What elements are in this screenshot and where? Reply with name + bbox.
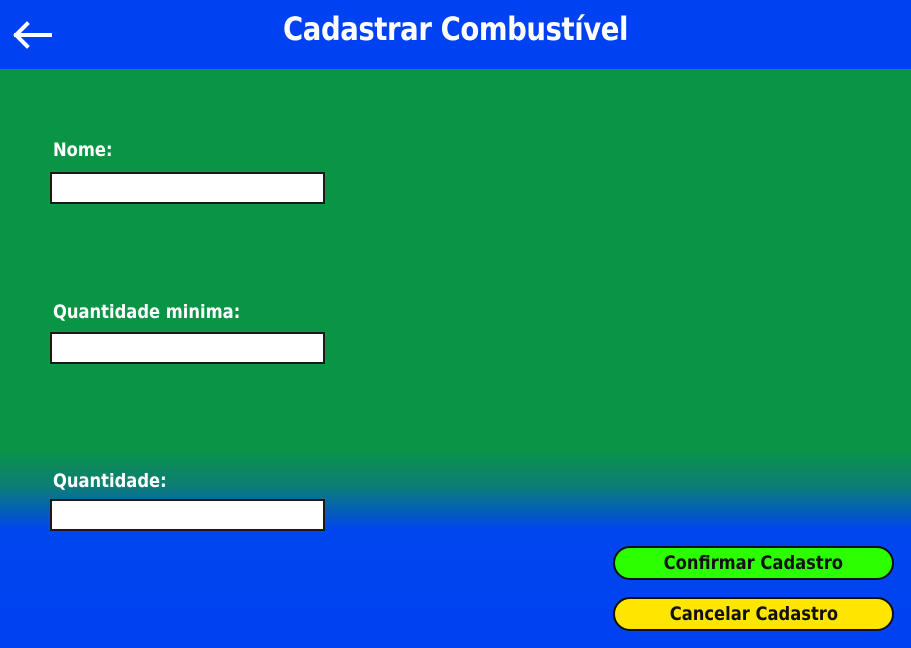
cancel-button-label: Cancelar Cadastro <box>669 603 838 625</box>
nome-field[interactable] <box>50 172 325 204</box>
arrow-left-icon <box>13 21 52 49</box>
back-button[interactable] <box>8 18 56 52</box>
cancel-button[interactable]: Cancelar Cadastro <box>613 597 894 631</box>
header-bar: Cadastrar Combustível <box>0 0 911 69</box>
confirm-button-label: Confirmar Cadastro <box>663 552 844 574</box>
nome-label: Nome: <box>53 139 113 161</box>
quantidade-label: Quantidade: <box>53 470 167 492</box>
quantidade-minima-label: Quantidade minima: <box>53 301 241 323</box>
quantidade-field[interactable] <box>50 499 325 531</box>
quantidade-minima-field[interactable] <box>50 332 325 364</box>
confirm-button[interactable]: Confirmar Cadastro <box>613 546 894 580</box>
page-title: Cadastrar Combustível <box>283 10 628 48</box>
